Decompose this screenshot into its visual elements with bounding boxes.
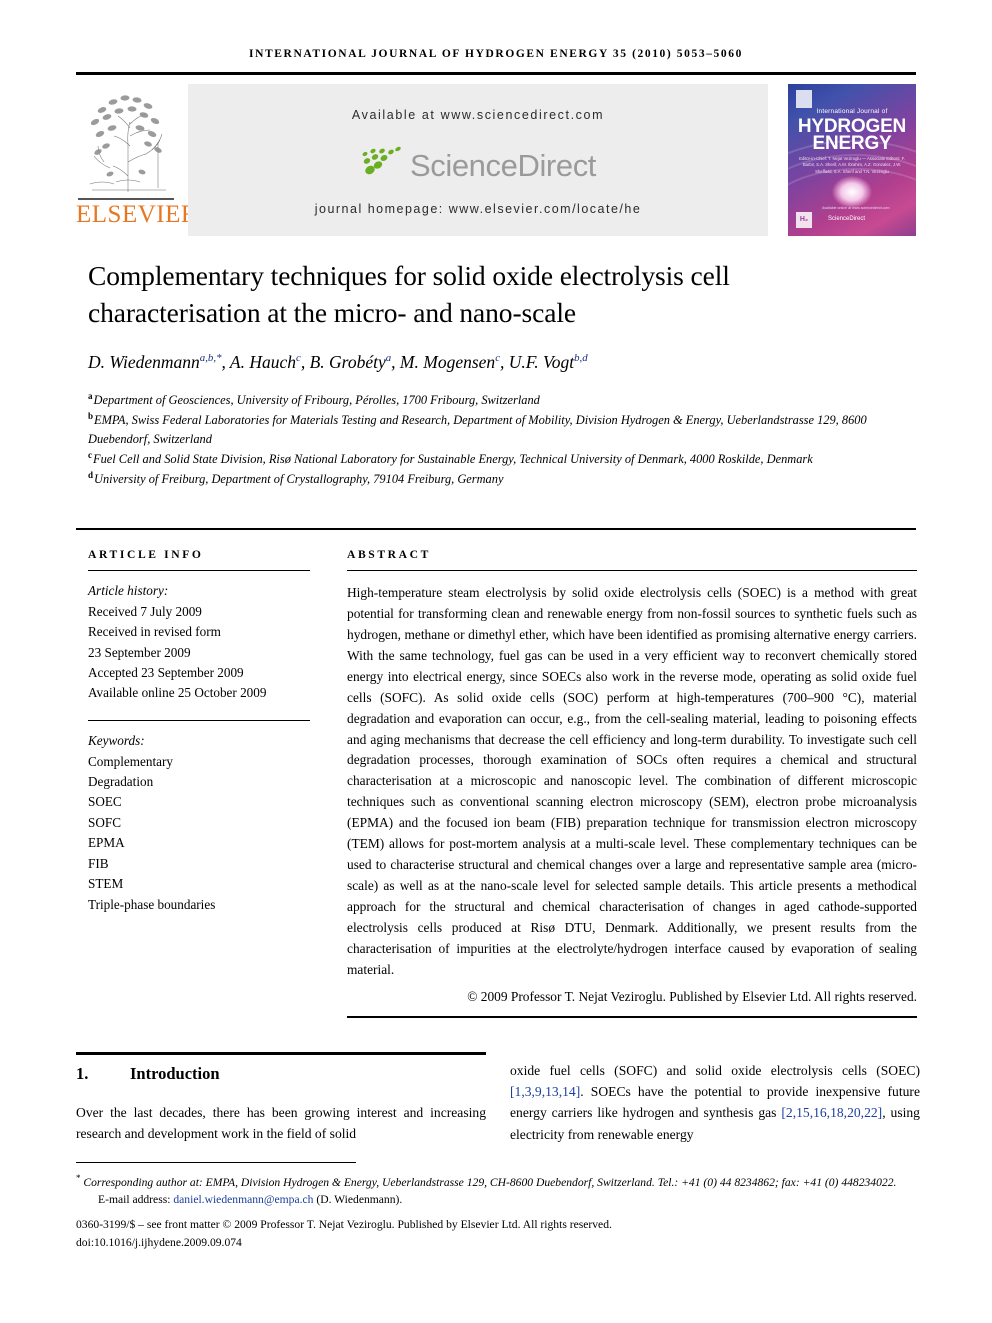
intro-paragraph-left: Over the last decades, there has been gr… [76, 1105, 486, 1142]
history-item: 23 September 2009 [88, 644, 191, 660]
keyword-item: Triple-phase boundaries [88, 896, 216, 912]
keywords-rule [88, 719, 310, 722]
abstract-heading: ABSTRACT [347, 548, 431, 561]
sciencedirect-banner: Available at www.sciencedirect.com Scien… [188, 84, 768, 236]
author-sup: a,b,* [199, 352, 222, 365]
body-left-column: 1. Introduction Over the last decades, th… [76, 1060, 486, 1144]
affiliation-item: aDepartment of Geosciences, University o… [88, 390, 918, 410]
doi-line: doi:10.1016/j.ijhydene.2009.09.074 [76, 1235, 242, 1249]
elsevier-tree-icon [80, 84, 172, 196]
intro-paragraph-right: oxide fuel cells (SOFC) and solid oxide … [510, 1060, 920, 1145]
elsevier-logo: ELSEVIER [76, 82, 199, 238]
citation-link-1[interactable]: [1,3,9,13,14] [510, 1084, 580, 1099]
masthead: ELSEVIER Available at www.sciencedirect.… [76, 82, 916, 238]
introduction-rule [76, 1052, 486, 1055]
author-name: B. Grobéty [309, 352, 386, 372]
article-history-label: Article history: [88, 583, 169, 599]
cover-footer-text: Available online at www.sciencedirect.co… [822, 206, 890, 210]
page-title: Complementary techniques for solid oxide… [88, 260, 730, 328]
footnote-block: * Corresponding author at: EMPA, Divisio… [76, 1172, 921, 1251]
abstract-text: High-temperature steam electrolysis by s… [347, 585, 917, 977]
author-list: D. Wiedenmanna,b,*, A. Hauchc, B. Grobét… [88, 352, 588, 372]
cover-sciencedirect-mark: ScienceDirect [828, 216, 866, 222]
section-heading-introduction: 1. Introduction [76, 1064, 486, 1084]
abstract-copyright: © 2009 Professor T. Nejat Veziroglu. Pub… [467, 989, 917, 1005]
affiliation-item: dUniversity of Freiburg, Department of C… [88, 469, 918, 489]
affiliation-text: Fuel Cell and Solid State Division, Risø… [93, 451, 813, 466]
history-item: Accepted 23 September 2009 [88, 665, 244, 680]
corresponding-author-text: Corresponding author at: EMPA, Division … [83, 1175, 897, 1189]
cover-elsevier-icon [796, 90, 812, 108]
cover-line3: ENERGY [812, 133, 892, 154]
affiliation-text: Department of Geosciences, University of… [93, 393, 540, 408]
intro-text-part1: oxide fuel cells (SOFC) and solid oxide … [510, 1063, 920, 1078]
journal-cover-image: International Journal of HYDROGEN ENERGY… [788, 84, 916, 236]
footnote-rule [76, 1162, 356, 1163]
sciencedirect-logo: ScienceDirect [188, 142, 768, 188]
keywords-block: Keywords: Complementary Degradation SOEC… [88, 731, 310, 915]
body-right-column: oxide fuel cells (SOFC) and solid oxide … [510, 1060, 920, 1145]
abstract-column: ABSTRACT High-temperature steam electrol… [347, 548, 917, 1005]
abstract-bottom-rule [347, 1016, 917, 1018]
cover-h2-badge-icon: H₂ [796, 212, 812, 228]
email-label: E-mail address: [98, 1193, 171, 1207]
author-name: D. Wiedenmann [88, 352, 200, 372]
email-note: E-mail address: daniel.wiedenmann@empa.c… [76, 1191, 921, 1209]
header-rule [76, 72, 916, 75]
section-title: Introduction [130, 1064, 220, 1083]
affiliation-text: EMPA, Swiss Federal Laboratories for Mat… [88, 413, 867, 446]
keyword-item: SOEC [88, 794, 122, 810]
author-sup: a [385, 352, 392, 365]
author-name: U.F. Vogt [508, 352, 575, 372]
affiliation-item: bEMPA, Swiss Federal Laboratories for Ma… [88, 410, 918, 449]
history-item: Received in revised form [88, 624, 221, 640]
email-suffix: (D. Wiedenmann). [316, 1193, 403, 1207]
elsevier-divider [78, 198, 174, 200]
history-item: Received 7 July 2009 [88, 603, 202, 619]
cover-editors: Editor-in-Chief: T. Nejat Veziroglu — As… [799, 156, 905, 174]
corresponding-author-note: * Corresponding author at: EMPA, Divisio… [76, 1172, 921, 1191]
article-info-heading: ARTICLE INFO [88, 548, 204, 561]
elsevier-wordmark: ELSEVIER [76, 201, 199, 228]
available-at-text: Available at www.sciencedirect.com [351, 108, 605, 122]
cover-orb-graphic [832, 176, 872, 208]
sciencedirect-wordmark: ScienceDirect [409, 147, 597, 183]
article-info-column: ARTICLE INFO Article history: Received 7… [88, 548, 310, 915]
author-sup: c [296, 352, 301, 365]
journal-article-page: INTERNATIONAL JOURNAL OF HYDROGEN ENERGY… [0, 0, 992, 1323]
history-item: Available online 25 October 2009 [88, 685, 267, 701]
sciencedirect-leaves-icon [360, 146, 406, 185]
keyword-item: SOFC [88, 814, 121, 830]
citation-link-2[interactable]: [2,15,16,18,20,22] [781, 1105, 882, 1120]
keyword-item: Degradation [88, 774, 154, 789]
article-info-rule [88, 570, 310, 572]
keyword-item: STEM [88, 876, 124, 892]
article-history: Article history: Received 7 July 2009 Re… [88, 581, 310, 704]
affiliation-item: cFuel Cell and Solid State Division, Ris… [88, 449, 918, 469]
keyword-item: FIB [88, 855, 109, 871]
keyword-item: Complementary [88, 753, 173, 769]
author-sup: b,d [574, 352, 588, 365]
keyword-item: EPMA [88, 835, 125, 851]
affiliation-text: University of Freiburg, Department of Cr… [94, 471, 504, 486]
cover-line1: International Journal of [816, 108, 888, 115]
abstract-rule [347, 570, 917, 572]
section-divider-rule [76, 528, 916, 530]
author-name: A. Hauch [229, 352, 297, 372]
keywords-label: Keywords: [88, 733, 145, 749]
journal-homepage-text: journal homepage: www.elsevier.com/locat… [314, 202, 642, 216]
email-link[interactable]: daniel.wiedenmann@empa.ch [173, 1193, 313, 1206]
author-sup: c [495, 352, 501, 365]
affiliation-list: aDepartment of Geosciences, University o… [88, 390, 918, 489]
issn-line: 0360-3199/$ – see front matter © 2009 Pr… [76, 1218, 612, 1232]
running-head: INTERNATIONAL JOURNAL OF HYDROGEN ENERGY… [249, 48, 743, 60]
footnote-star-marker: * [76, 1173, 81, 1183]
author-name: M. Mogensen [399, 352, 496, 372]
section-number: 1. [76, 1064, 89, 1083]
